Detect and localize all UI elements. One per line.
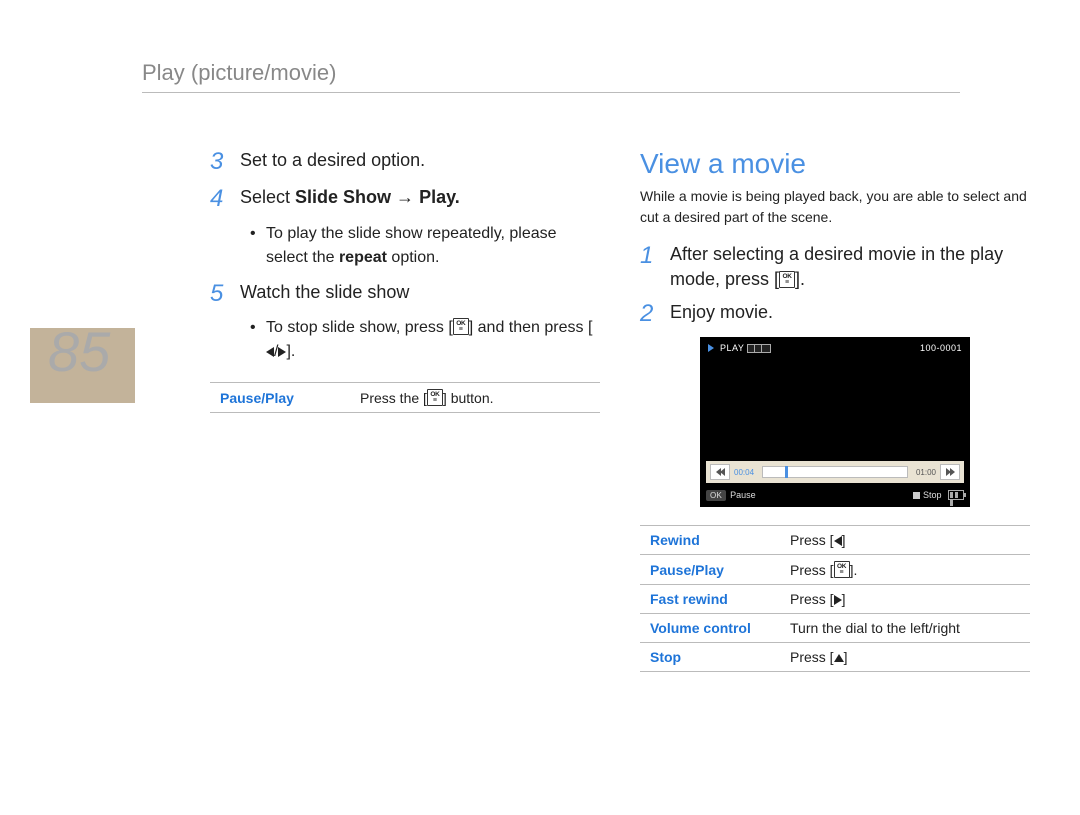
fastforward-button[interactable] (940, 464, 960, 480)
triangle-right-icon (834, 595, 842, 605)
preview-bottom-bar: OK Pause Stop (706, 487, 964, 503)
triangle-up-icon (834, 654, 844, 662)
ok-label: OK (706, 490, 726, 501)
table-text: Press [ (790, 562, 834, 578)
ok-icon (427, 389, 443, 406)
page-number: 85 (48, 319, 110, 384)
table-value: Press [] (780, 526, 1030, 555)
preview-controls: 00:04 01:00 (706, 461, 964, 483)
progress-tick (785, 466, 788, 478)
pause-play-table: Pause/Play Press the [ ] button. (210, 382, 600, 413)
view-a-movie-title: View a movie (640, 148, 1030, 180)
step-2: 2 Enjoy movie. (640, 300, 1030, 329)
preview-file-counter: 100-0001 (920, 343, 962, 353)
table-label: Pause/Play (210, 383, 350, 413)
step-number: 2 (640, 300, 670, 329)
triangle-left-icon (834, 536, 842, 546)
bullet-text: ]. (286, 343, 295, 360)
step-text: After selecting a desired movie in the p… (670, 242, 1030, 292)
table-value: Press [] (780, 643, 1030, 672)
bullet-text: To stop slide show, press [ (266, 319, 453, 336)
table-text: ] (844, 649, 848, 665)
step-text: Set to a desired option. (240, 148, 425, 173)
stop-icon (913, 492, 920, 499)
table-row: Pause/Play Press []. (640, 555, 1030, 585)
table-text: Press [ (790, 591, 834, 607)
step-5-bullets: To stop slide show, press [ ] and then pr… (250, 316, 600, 364)
step-1: 1 After selecting a desired movie in the… (640, 242, 1030, 292)
preview-top-left: PLAY (708, 343, 771, 353)
preview-stop-indicator: Stop (913, 490, 964, 501)
step-number: 1 (640, 242, 670, 271)
step-4: 4 Select Slide Show → Play. (210, 185, 600, 214)
preview-time-current: 00:04 (734, 468, 754, 477)
pause-label: Pause (730, 490, 756, 500)
bullet-item: To play the slide show repeatedly, pleas… (250, 222, 600, 270)
table-text: Press the [ (360, 390, 427, 406)
table-text: ] button. (443, 390, 494, 406)
table-row: Stop Press [] (640, 643, 1030, 672)
ok-icon (779, 271, 795, 288)
table-label: Rewind (640, 526, 780, 555)
left-column: 3 Set to a desired option. 4 Select Slid… (210, 148, 600, 413)
right-column: View a movie While a movie is being play… (640, 148, 1030, 672)
step-5: 5 Watch the slide show (210, 280, 600, 309)
step-text: Watch the slide show (240, 280, 409, 305)
table-value: Press []. (780, 555, 1030, 585)
rewind-button[interactable] (710, 464, 730, 480)
view-a-movie-intro: While a movie is being played back, you … (640, 186, 1030, 228)
step-text-part: After selecting a desired movie in the p… (670, 244, 1003, 289)
table-text: ]. (850, 562, 858, 578)
step-text-part: ]. (795, 269, 805, 289)
img-stack-icon (750, 344, 771, 353)
preview-play-label: PLAY (720, 343, 744, 353)
preview-top-row: PLAY 100-0001 (708, 343, 962, 353)
section-header: Play (picture/movie) (142, 60, 960, 93)
step-number: 4 (210, 185, 240, 214)
step-text: Enjoy movie. (670, 300, 773, 325)
table-value: Turn the dial to the left/right (780, 614, 1030, 643)
table-label: Stop (640, 643, 780, 672)
table-value: Press [] (780, 585, 1030, 614)
battery-icon (948, 490, 964, 500)
step-4-bullets: To play the slide show repeatedly, pleas… (250, 222, 600, 270)
table-row: Rewind Press [] (640, 526, 1030, 555)
step-text-bold: Play. (419, 187, 460, 207)
table-row: Pause/Play Press the [ ] button. (210, 383, 600, 413)
step-text-bold: Slide Show (295, 187, 391, 207)
table-label: Volume control (640, 614, 780, 643)
step-number: 5 (210, 280, 240, 309)
step-text-prefix: Select (240, 187, 295, 207)
table-text: ] (842, 591, 846, 607)
preview-time-total: 01:00 (916, 468, 936, 477)
table-row: Volume control Turn the dial to the left… (640, 614, 1030, 643)
table-label: Pause/Play (640, 555, 780, 585)
ok-icon (453, 318, 469, 335)
bullet-item: To stop slide show, press [ ] and then pr… (250, 316, 600, 364)
triangle-left-icon (266, 347, 274, 357)
table-value: Press the [ ] button. (350, 383, 600, 413)
bullet-text: ] and then press [ (469, 319, 593, 336)
step-3: 3 Set to a desired option. (210, 148, 600, 177)
step-number: 3 (210, 148, 240, 177)
ok-icon (834, 561, 850, 578)
table-text: Press [ (790, 532, 834, 548)
table-row: Fast rewind Press [] (640, 585, 1030, 614)
arrow-icon: → (391, 187, 419, 207)
table-text: Press [ (790, 649, 834, 665)
progress-bar[interactable] (762, 466, 908, 478)
bullet-text-bold: repeat (339, 249, 387, 266)
movie-controls-table: Rewind Press [] Pause/Play Press []. Fas… (640, 525, 1030, 672)
preview-pause-indicator: OK Pause (706, 490, 756, 501)
play-icon (708, 344, 714, 352)
table-label: Fast rewind (640, 585, 780, 614)
bullet-text: option. (387, 249, 439, 266)
step-text: Select Slide Show → Play. (240, 185, 460, 210)
movie-preview: PLAY 100-0001 00:04 01:00 OK Pause Stop (700, 337, 970, 507)
stop-label: Stop (923, 490, 942, 500)
table-text: ] (842, 532, 846, 548)
